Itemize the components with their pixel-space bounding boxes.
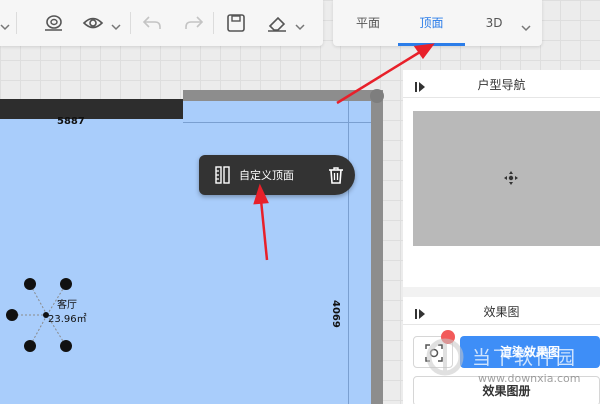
room-living-room[interactable] (0, 101, 371, 404)
ceiling-lamp-bulb[interactable] (60, 340, 72, 352)
custom-ceiling-button[interactable]: 自定义顶面 (239, 167, 294, 183)
floorplan-nav-title: 户型导航 (477, 78, 526, 92)
wall-segment[interactable] (0, 99, 183, 119)
floorplan-minimap[interactable] (413, 111, 600, 246)
eye-icon[interactable] (82, 13, 104, 33)
floorplan-nav-header: 户型导航 (403, 70, 600, 98)
chevron-down-icon[interactable] (0, 17, 10, 31)
tab-floor[interactable]: 平面 (339, 0, 397, 46)
chevron-down-icon[interactable] (521, 18, 531, 32)
move-icon[interactable] (504, 171, 518, 185)
ceiling-lamp-bulb[interactable] (60, 278, 72, 290)
ceiling-lamp-bulb[interactable] (24, 278, 36, 290)
wall-segment[interactable] (183, 90, 383, 101)
chevron-down-icon[interactable] (111, 17, 121, 31)
dimension-top: 5887 (57, 116, 85, 127)
corner-handle[interactable] (370, 89, 384, 103)
undo-icon[interactable] (141, 13, 163, 33)
render-header: 效果图 (403, 297, 600, 325)
chevron-down-icon[interactable] (295, 17, 305, 31)
tab-ceiling[interactable]: 顶面 (398, 0, 465, 46)
ceiling-context-popup: 自定义顶面 (199, 155, 355, 195)
render-title: 效果图 (483, 305, 520, 319)
eraser-icon[interactable] (266, 13, 288, 33)
ring-icon[interactable] (42, 13, 64, 33)
ceiling-lamp-bulb[interactable] (6, 309, 18, 321)
wall-segment[interactable] (371, 92, 383, 404)
dimension-guide (348, 101, 349, 404)
tab-3d[interactable]: 3D (471, 0, 517, 46)
redo-icon[interactable] (183, 13, 205, 33)
ruler-icon[interactable] (213, 165, 233, 185)
toolbar-divider (16, 12, 17, 34)
save-icon[interactable] (225, 13, 247, 33)
toolbar-divider (213, 12, 214, 34)
room-area: 23.96㎡ (48, 314, 87, 325)
panel-divider (403, 287, 600, 297)
dimension-right: 4069 (330, 300, 341, 328)
watermark-text: 当下软件园 (472, 347, 578, 369)
room-name: 客厅 (57, 300, 77, 311)
watermark-logo (426, 338, 464, 376)
top-toolbar (0, 0, 323, 46)
watermark-url: www.downxia.com (478, 372, 581, 385)
view-tabs: 平面 顶面 3D (333, 0, 542, 46)
toolbar-divider (130, 12, 131, 34)
trash-icon[interactable] (326, 165, 346, 185)
ceiling-lamp-bulb[interactable] (24, 340, 36, 352)
dimension-guide (183, 122, 371, 123)
